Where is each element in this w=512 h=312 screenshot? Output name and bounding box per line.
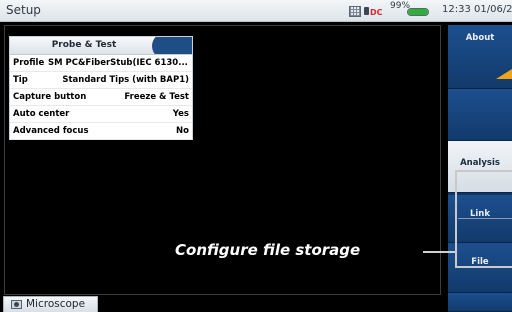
corner-triangle-icon (496, 69, 512, 79)
row-auto-center: Auto center Yes (10, 106, 192, 123)
about-button[interactable]: About (448, 25, 512, 89)
tab-label: Microscope (26, 298, 86, 310)
row-key: Auto center (13, 109, 70, 119)
highlight-divider (458, 218, 512, 219)
probe-panel-header: Probe & Test (10, 37, 192, 55)
row-advanced-focus: Advanced focus No (10, 123, 192, 140)
callout-text: Configure file storage (175, 241, 361, 259)
row-key: Tip (13, 75, 28, 85)
row-tip: Tip Standard Tips (with BAP1) (10, 72, 192, 89)
title-bar: Setup DC 99% 12:33 01/06/2021 (0, 0, 512, 22)
battery-icon (407, 8, 429, 16)
row-value: No (176, 126, 189, 136)
battery-fill (408, 9, 428, 15)
probe-test-panel[interactable]: Probe & Test Profile SM PC&FiberStub(IEC… (9, 36, 193, 140)
plug-icon (364, 7, 369, 15)
clock: 12:33 01/06/2021 (442, 4, 512, 15)
row-key: Advanced focus (13, 126, 89, 136)
tab-microscope[interactable]: Microscope (3, 296, 98, 312)
row-key: Profile (13, 58, 45, 68)
row-profile: Profile SM PC&FiberStub(IEC 6130... (10, 55, 192, 72)
dc-power-icon: DC (364, 5, 383, 18)
sidebar-blank-button[interactable] (448, 89, 512, 141)
row-value: SM PC&FiberStub(IEC 6130... (48, 58, 188, 68)
callout-line (423, 251, 455, 253)
row-value: Standard Tips (with BAP1) (62, 75, 189, 85)
row-value: Yes (172, 109, 189, 119)
row-key: Capture button (13, 92, 87, 102)
window-title: Setup (6, 3, 41, 17)
analysis-label: Analysis (460, 158, 500, 168)
highlight-box (455, 170, 512, 268)
camera-icon (11, 300, 22, 309)
row-capture-button: Capture button Freeze & Test (10, 89, 192, 106)
row-value: Freeze & Test (124, 92, 189, 102)
right-sidebar: About Analysis Link File (448, 25, 512, 312)
probe-panel-title: Probe & Test (51, 40, 117, 50)
about-label: About (465, 33, 495, 43)
dc-label: DC (370, 8, 383, 17)
grid-icon (349, 6, 361, 17)
header-swoosh (152, 37, 192, 54)
sidebar-blank-button[interactable] (448, 293, 512, 312)
